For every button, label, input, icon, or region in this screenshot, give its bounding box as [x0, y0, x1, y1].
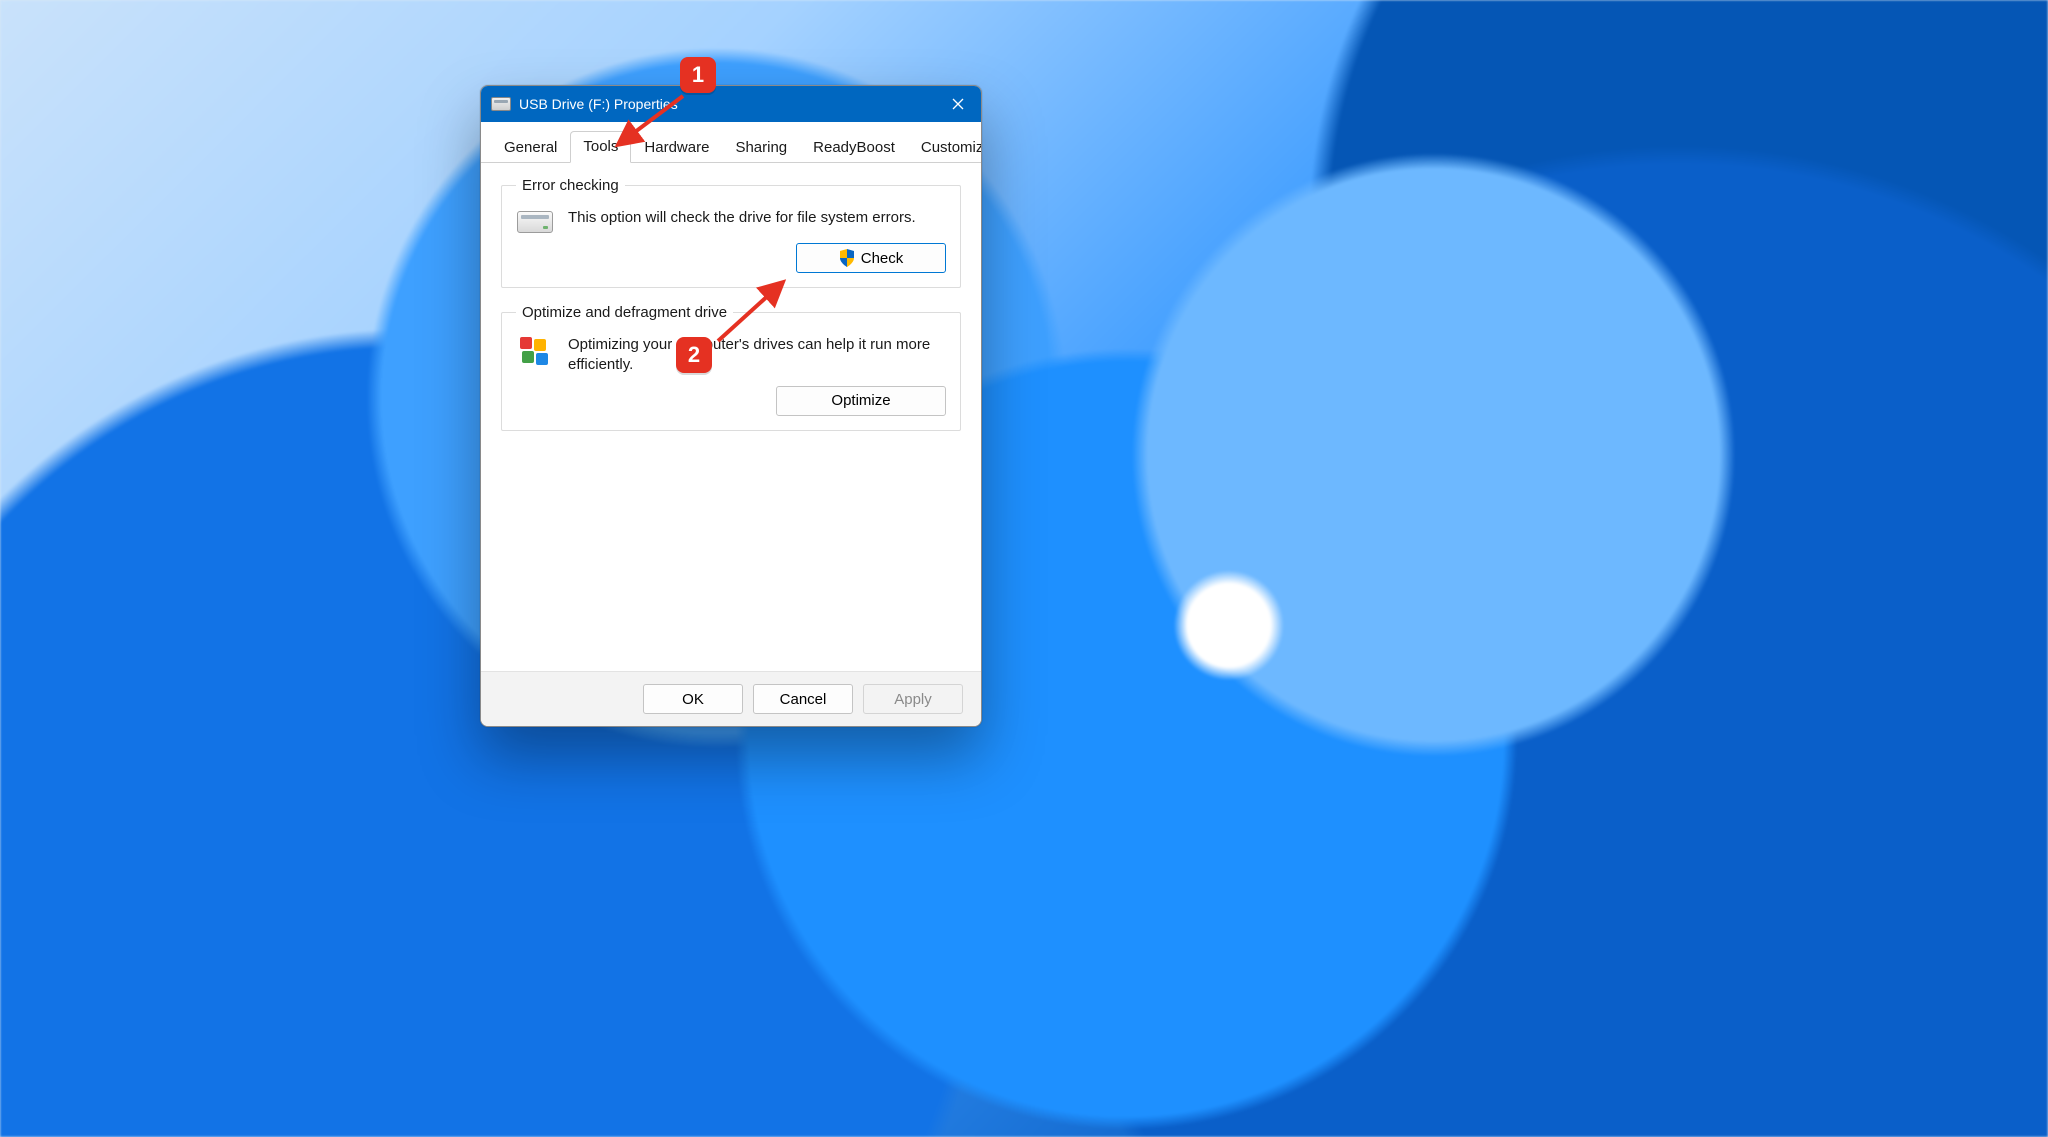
annotation-callout-2: 2 [676, 337, 712, 373]
hard-drive-icon [517, 211, 553, 233]
check-button[interactable]: Check [796, 243, 946, 273]
defrag-icon [520, 337, 550, 367]
check-button-label: Check [861, 250, 904, 267]
optimize-button-label: Optimize [831, 392, 890, 409]
tab-customize[interactable]: Customize [908, 132, 982, 163]
annotation-arrow-1 [611, 92, 691, 152]
tab-readyboost[interactable]: ReadyBoost [800, 132, 908, 163]
properties-dialog: USB Drive (F:) Properties General Tools … [480, 85, 982, 727]
tab-general[interactable]: General [491, 132, 570, 163]
tab-sharing[interactable]: Sharing [722, 132, 800, 163]
group-error-checking-legend: Error checking [516, 177, 625, 194]
close-icon [952, 98, 964, 110]
uac-shield-icon [839, 249, 855, 267]
close-button[interactable] [935, 86, 981, 122]
drive-icon [491, 97, 511, 111]
error-checking-desc: This option will check the drive for fil… [568, 208, 946, 228]
optimize-button[interactable]: Optimize [776, 386, 946, 416]
dialog-body: Error checking This option will check th… [481, 163, 981, 671]
titlebar[interactable]: USB Drive (F:) Properties [481, 86, 981, 122]
tab-strip: General Tools Hardware Sharing ReadyBoos… [481, 122, 981, 163]
group-error-checking: Error checking This option will check th… [501, 177, 961, 288]
annotation-callout-1: 1 [680, 57, 716, 93]
group-optimize-legend: Optimize and defragment drive [516, 304, 733, 321]
desktop-wallpaper [0, 0, 2048, 1137]
cancel-button[interactable]: Cancel [753, 684, 853, 714]
dialog-footer: OK Cancel Apply [481, 671, 981, 726]
ok-button[interactable]: OK [643, 684, 743, 714]
apply-button[interactable]: Apply [863, 684, 963, 714]
annotation-arrow-2 [712, 277, 792, 347]
